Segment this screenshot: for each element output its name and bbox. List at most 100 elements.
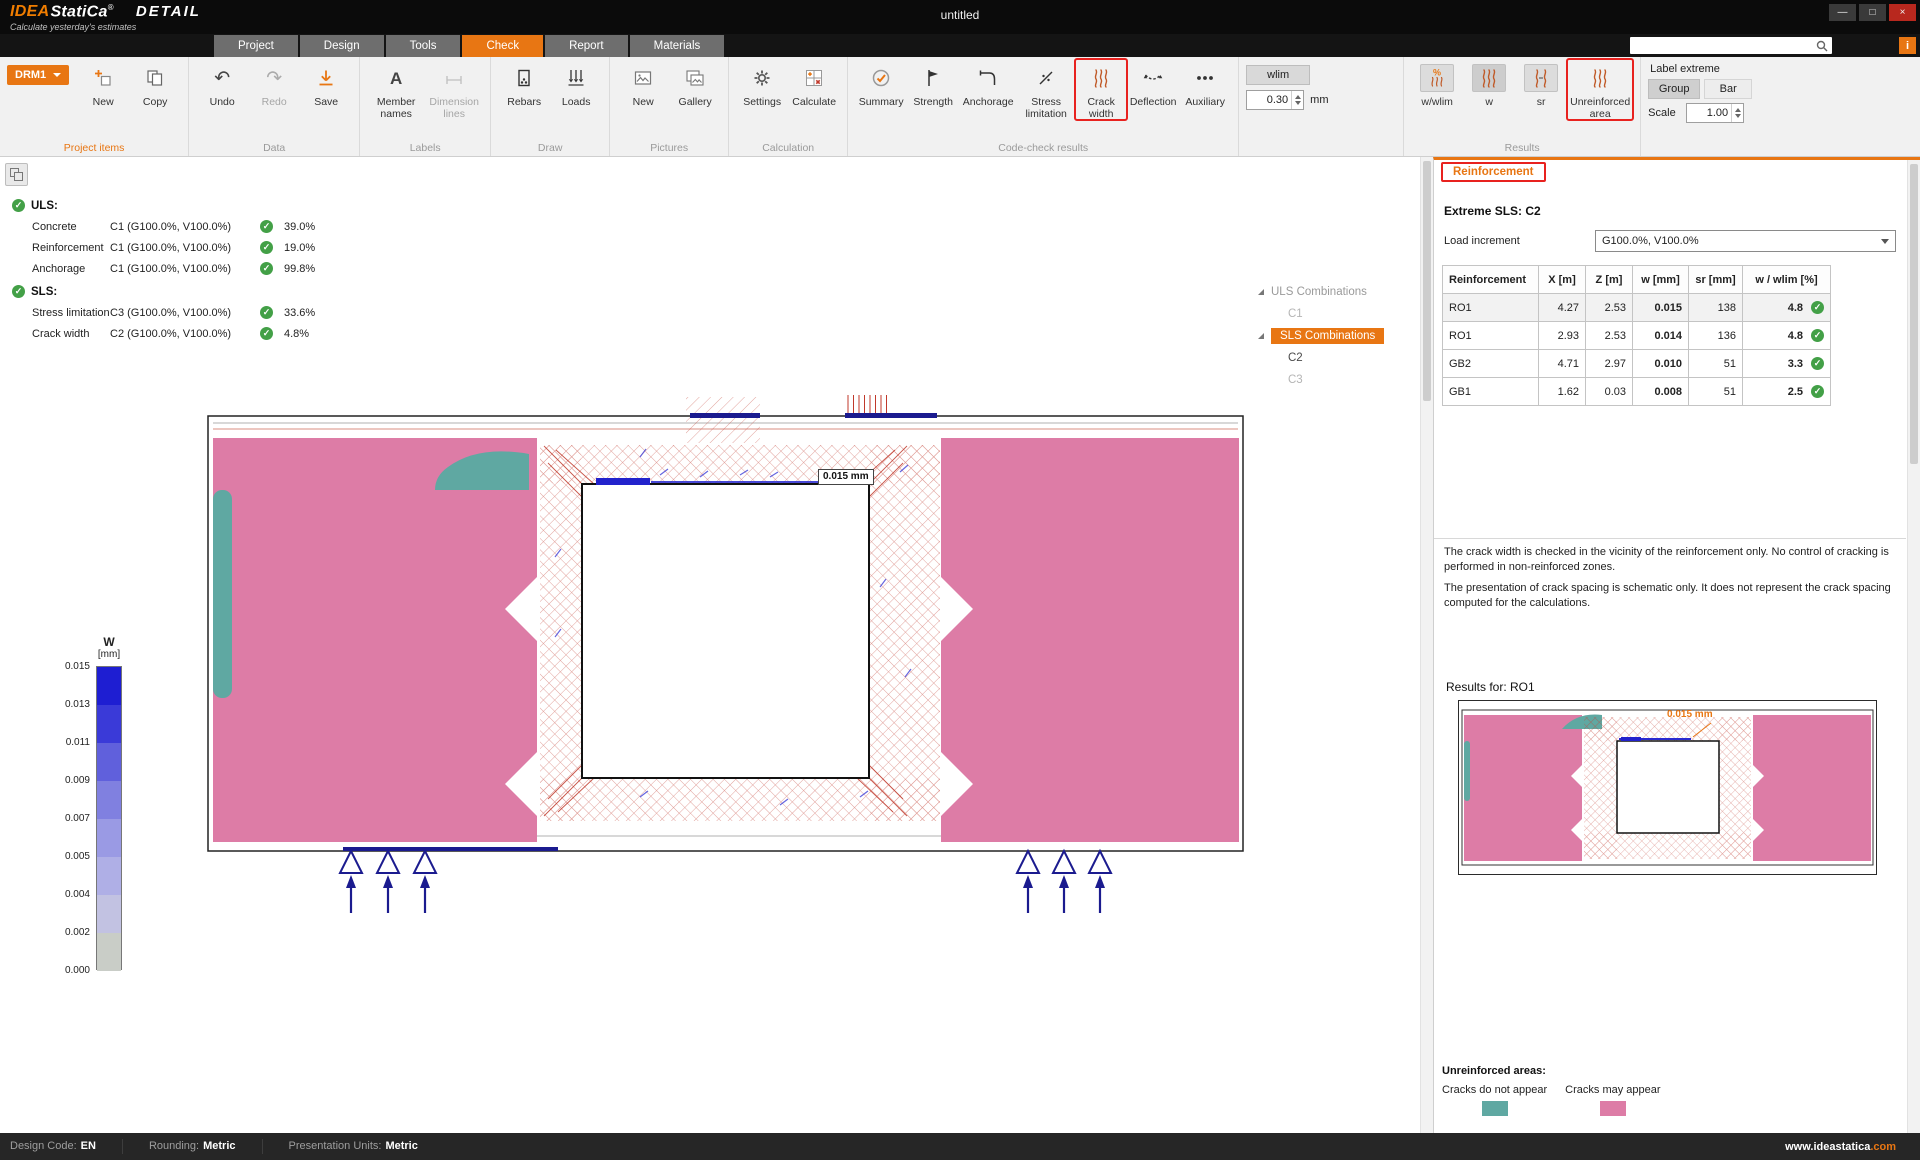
copy-button[interactable]: Copy [129,59,181,108]
picture-new-button[interactable]: New [617,59,669,108]
deflection-button[interactable]: Deflection [1127,59,1179,108]
tree-uls-combinations[interactable]: ULS Combinations [1258,281,1423,303]
auxiliary-button[interactable]: Auxiliary [1179,59,1231,108]
rebars-button[interactable]: Rebars [498,59,550,108]
status-design-code: Design Code:EN [10,1139,123,1154]
gallery-button[interactable]: Gallery [669,59,721,108]
save-icon [316,68,336,88]
combinations-tree: ULS Combinations C1 SLS Combinations C2 … [1258,281,1423,391]
ribbon-group-code-check: Summary Strength Anchorage Stress limita… [848,57,1239,156]
preview-structure-drawing [1459,701,1876,874]
wlim-value-spinner[interactable]: 0.30 [1246,90,1304,110]
bar-toggle-button[interactable]: Bar [1704,79,1752,99]
scale-value-spinner[interactable]: 1.00 [1686,103,1744,123]
group-label-calculation: Calculation [729,142,847,154]
tab-materials[interactable]: Materials [630,35,725,57]
status-presentation-units: Presentation Units:Metric [289,1139,444,1154]
table-row[interactable]: GB24.712.970.01051 3.3 [1443,350,1831,378]
minimize-button[interactable]: — [1829,4,1856,21]
table-row[interactable]: GB11.620.030.00851 2.5 [1443,378,1831,406]
sr-button[interactable]: sr [1515,59,1567,108]
maximize-button[interactable]: □ [1859,4,1886,21]
note-crack-width: The crack width is checked in the vicini… [1444,545,1896,575]
undo-button[interactable]: ↶ Undo [196,59,248,108]
check-icon [260,220,273,233]
strength-button[interactable]: Strength [907,59,959,108]
window-controls: — □ × [1829,4,1916,21]
wlim-button[interactable]: wlim [1246,65,1310,85]
calculate-button[interactable]: Calculate [788,59,840,108]
calculate-icon [804,68,824,88]
tab-design[interactable]: Design [300,35,384,57]
member-names-button[interactable]: A Member names [367,59,425,120]
redo-button[interactable]: ↷ Redo [248,59,300,108]
expand-icon[interactable] [1258,289,1264,295]
stress-limitation-button[interactable]: Stress limitation [1017,59,1075,120]
drm1-selector[interactable]: DRM1 [7,65,69,85]
ribbon-tabs: Project Design Tools Check Report Materi… [214,35,724,57]
note-crack-spacing: The presentation of crack spacing is sch… [1444,581,1896,611]
spinner-arrows-icon[interactable] [1731,104,1743,122]
tab-reinforcement[interactable]: Reinforcement [1441,162,1546,182]
tree-sls-combinations[interactable]: SLS Combinations [1258,325,1423,347]
results-summary: ULS: ConcreteC1 (G100.0%, V100.0%)39.0% … [12,195,336,344]
header: IDEAStatiCa®DETAIL Calculate yesterday's… [0,0,1920,57]
info-button[interactable]: i [1899,37,1916,54]
load-increment-dropdown[interactable]: G100.0%, V100.0% [1595,230,1896,252]
anchorage-icon [978,68,998,88]
search-input[interactable] [1630,38,1815,53]
ribbon-group-results: % w/wlim w sr Unreinforced area Results [1404,57,1641,156]
canvas-scrollbar[interactable] [1420,157,1433,1133]
maximize-icon: □ [1869,7,1875,18]
teal-swatch [1482,1101,1508,1116]
close-button[interactable]: × [1889,4,1916,21]
legend-item-cracks-may-appear: Cracks may appear [1565,1084,1660,1116]
website-link[interactable]: www.ideastatica.com [1785,1141,1910,1153]
group-label-project-items: Project items [0,142,188,154]
panel-scrollbar[interactable] [1907,160,1920,1133]
fit-view-button[interactable] [5,163,28,186]
spinner-arrows-icon[interactable] [1291,91,1303,109]
new-project-item-button[interactable]: New [77,59,129,108]
sr-icon [1531,68,1551,88]
ribbon-group-label-extreme: Label extreme Group Bar Scale 1.00 [1641,57,1795,156]
search-box[interactable] [1630,37,1832,54]
save-button[interactable]: Save [300,59,352,108]
expand-icon[interactable] [1258,333,1264,339]
w-button[interactable]: w [1463,59,1515,108]
fit-view-icon [10,168,23,181]
scale-label: Scale [1648,107,1682,119]
titlebar: IDEAStatiCa®DETAIL Calculate yesterday's… [0,0,1920,34]
tab-project[interactable]: Project [214,35,298,57]
summary-button[interactable]: Summary [855,59,907,108]
undo-icon: ↶ [214,69,230,88]
copy-icon [145,68,165,88]
tab-check[interactable]: Check [462,35,543,57]
group-toggle-button[interactable]: Group [1648,79,1700,99]
settings-button[interactable]: Settings [736,59,788,108]
ribbon-group-project-items: DRM1 New Copy Project items [0,57,189,156]
anchorage-button[interactable]: Anchorage [959,59,1017,108]
check-icon [12,285,25,298]
tree-item-c1[interactable]: C1 [1258,303,1423,325]
group-label-pictures: Pictures [610,142,728,154]
ribbon: DRM1 New Copy Project items ↶ Undo [0,57,1920,157]
model-canvas[interactable]: 0.015 mm ULS: ConcreteC1 (G100.0%, V100.… [0,157,1433,1133]
panel-scrollbar-thumb[interactable] [1910,164,1918,464]
unreinforced-area-button[interactable]: Unreinforced area [1567,59,1633,120]
tree-item-c3[interactable]: C3 [1258,369,1423,391]
check-icon [12,199,25,212]
table-row[interactable]: RO12.932.530.014136 4.8 [1443,322,1831,350]
canvas-scrollbar-thumb[interactable] [1423,161,1431,401]
w-wlim-button[interactable]: % w/wlim [1411,59,1463,108]
tree-item-c2[interactable]: C2 [1258,347,1423,369]
gear-icon [752,68,772,88]
table-row[interactable]: RO14.272.530.015138 4.8 [1443,294,1831,322]
tab-report[interactable]: Report [545,35,628,57]
ellipsis-icon [1195,68,1215,88]
tab-tools[interactable]: Tools [386,35,461,57]
loads-button[interactable]: Loads [550,59,602,108]
dimension-lines-button[interactable]: Dimension lines [425,59,483,120]
flag-icon [923,68,943,88]
crack-width-button[interactable]: Crack width [1075,59,1127,120]
